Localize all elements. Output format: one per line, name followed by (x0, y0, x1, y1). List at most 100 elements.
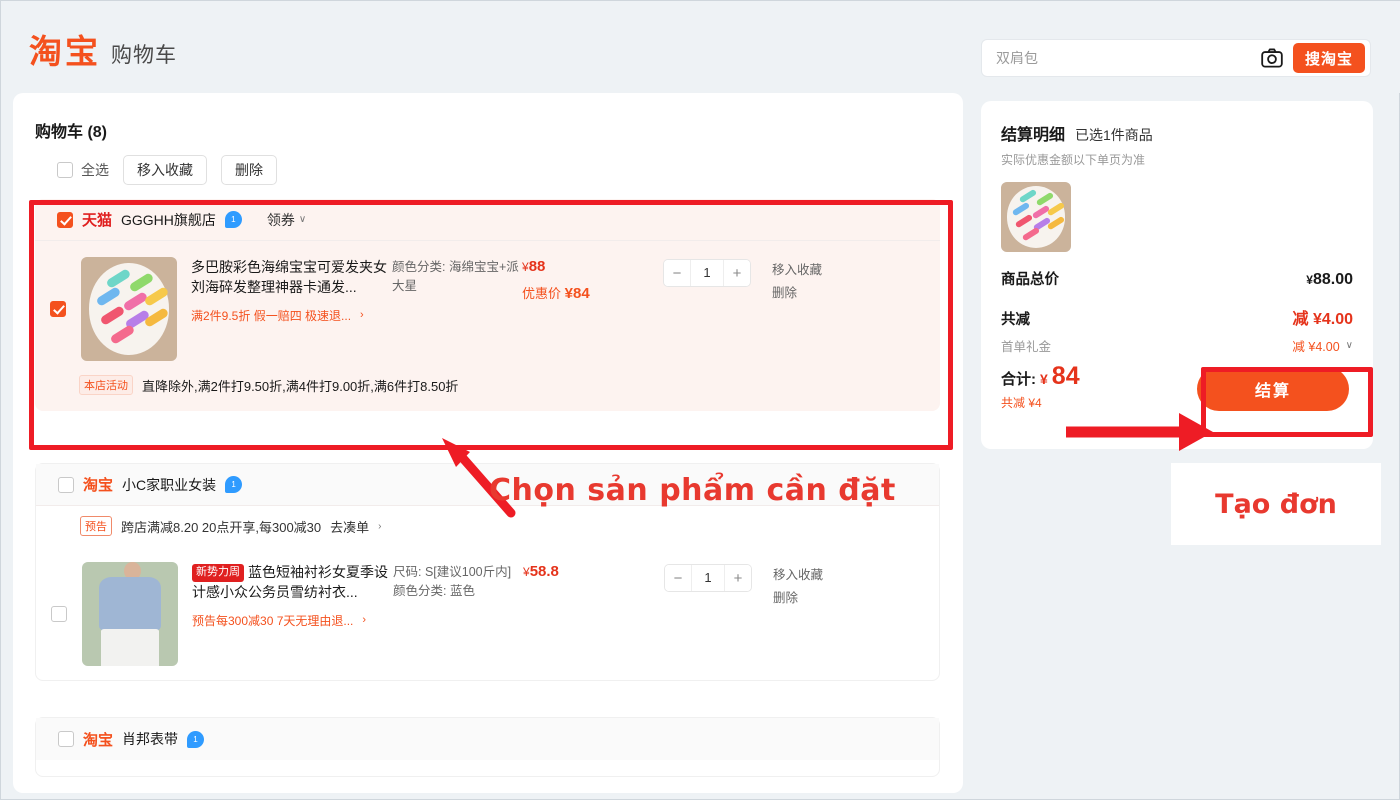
currency-symbol: ¥ (523, 565, 530, 579)
search-button[interactable]: 搜淘宝 (1293, 43, 1365, 73)
quantity-cell: − 1 + (643, 562, 773, 592)
quantity-value[interactable]: 1 (690, 260, 724, 286)
cart-item: 多巴胺彩色海绵宝宝可爱发夹女刘海碎发整理神器卡通发... 满2件9.5折 假一赔… (35, 241, 940, 375)
camera-icon[interactable] (1257, 43, 1287, 73)
page-title: 购物车 (111, 44, 177, 67)
cart-toolbar: 全选 移入收藏 删除 (57, 155, 277, 185)
quantity-stepper: − 1 + (664, 564, 752, 592)
quantity-stepper: − 1 + (663, 259, 751, 287)
summary-total-price-row: 商品总价 ¥88.00 (1001, 268, 1353, 289)
item-actions: 移入收藏 删除 (772, 257, 862, 305)
chat-icon[interactable]: 1 (224, 211, 242, 228)
select-all-checkbox[interactable] (57, 162, 73, 178)
quantity-increase-button[interactable]: + (724, 260, 750, 286)
product-price: ¥58.8 (523, 563, 643, 580)
product-price-cell: ¥58.8 (523, 562, 643, 580)
item-delete[interactable]: 删除 (773, 587, 863, 610)
product-color: 颜色分类: 蓝色 (393, 584, 475, 599)
item-delete[interactable]: 删除 (772, 282, 862, 305)
chevron-right-icon: › (360, 309, 364, 322)
checkout-summary-panel: 结算明细 已选1件商品 实际优惠金额以下单页为准 商品总价 ¥88.00 共减 … (981, 101, 1373, 449)
quantity-value[interactable]: 1 (691, 565, 725, 591)
taobao-logo-text: 淘宝 (29, 32, 101, 71)
cross-store-promotion: 预告 跨店满减8.20 20点开享,每300减30 去凑单 › (36, 506, 939, 546)
chevron-right-icon: › (362, 614, 367, 627)
search-input[interactable] (982, 50, 1257, 66)
page-header: 淘宝 购物车 搜淘宝 (1, 1, 1400, 93)
store-name[interactable]: GGGHH旗舰店 (121, 210, 216, 230)
coupon-link[interactable]: 领券 ∨ (267, 210, 306, 230)
product-title[interactable]: 新势力周 蓝色短袖衬衫女夏季设计感小众公务员雪纺衬衣... (192, 562, 393, 603)
final-total-label: 合计: (1001, 371, 1036, 388)
platform-badge-tmall: 天猫 (82, 212, 113, 229)
coupon-label: 领券 (266, 211, 295, 228)
annotation-text-create-order: Tạo đơn (1171, 463, 1381, 545)
summary-note: 实际优惠金额以下单页为准 (1001, 153, 1146, 167)
chat-icon[interactable]: 1 (187, 730, 205, 748)
store-name[interactable]: 肖邦表带 (122, 729, 178, 749)
item-move-to-favorites[interactable]: 移入收藏 (772, 259, 862, 282)
cart-panel: 购物车 (8) 全选 移入收藏 删除 天猫 GGGHH旗舰店 1 领券 ∨ 多巴… (13, 93, 963, 793)
checkout-button[interactable]: 结算 (1197, 367, 1349, 411)
store-group-taobao-watchband: 淘宝 肖邦表带 1 (35, 717, 940, 777)
site-logo[interactable]: 淘宝 购物车 (29, 35, 177, 68)
shop-promo-text: 直降除外,满2件打9.50折,满4件打9.00折,满6件打8.50折 (142, 378, 459, 394)
first-order-amount: 减 ¥4.00 (1292, 340, 1340, 354)
platform-badge-taobao: 淘宝 (83, 731, 114, 749)
item-actions: 移入收藏 删除 (773, 562, 863, 610)
summary-product-thumbnail (1001, 182, 1071, 252)
summary-first-order-row[interactable]: 首单礼金 减 ¥4.00 ∨ (1001, 336, 1353, 355)
summary-selected-count: 已选1件商品 (1075, 127, 1153, 143)
select-all-label: 全选 (81, 162, 109, 178)
chat-icon[interactable]: 1 (225, 476, 243, 493)
product-title[interactable]: 多巴胺彩色海绵宝宝可爱发夹女刘海碎发整理神器卡通发... (191, 257, 392, 298)
summary-total-price-value: ¥88.00 (1306, 271, 1353, 289)
product-sku[interactable]: 尺码: S[建议100斤内] 颜色分类: 蓝色 (393, 562, 523, 602)
product-tags[interactable]: 满2件9.5折 假一赔四 极速退... › (191, 307, 392, 324)
store-checkbox[interactable] (58, 731, 74, 747)
delete-button[interactable]: 删除 (221, 155, 277, 185)
store-checkbox[interactable] (57, 211, 73, 228)
product-thumbnail[interactable] (82, 562, 178, 666)
product-promo-price: 优惠价 ¥84 (522, 283, 642, 302)
product-thumbnail[interactable] (81, 257, 177, 361)
product-badge: 新势力周 (192, 564, 244, 582)
product-price-cell: ¥88 优惠价 ¥84 (522, 257, 642, 302)
annotation-text-select-product: Chọn sản phẩm cần đặt (489, 473, 896, 508)
quantity-increase-button[interactable]: + (725, 565, 751, 591)
chevron-down-icon: ∨ (298, 214, 307, 225)
shop-promotion-row: 本店活动 直降除外,满2件打9.50折,满4件打9.00折,满6件打8.50折 (35, 375, 940, 411)
quantity-decrease-button[interactable]: − (664, 260, 690, 286)
final-total-discount-note: 共减 ¥4 (1001, 396, 1042, 410)
move-to-favorites-button[interactable]: 移入收藏 (123, 155, 207, 185)
product-price: ¥88 (522, 258, 642, 275)
quantity-decrease-button[interactable]: − (665, 565, 691, 591)
chevron-right-icon: › (378, 520, 382, 532)
store-group-tmall: 天猫 GGGHH旗舰店 1 领券 ∨ 多巴胺彩色海绵宝宝可爱发夹女刘海碎发整理神… (35, 199, 940, 411)
shop-promo-badge: 本店活动 (79, 375, 133, 395)
total-price-number: 88.00 (1312, 271, 1353, 288)
promo-text: 跨店满减8.20 20点开享,每300减30 (121, 519, 322, 535)
item-checkbox-cell (36, 562, 82, 622)
currency-symbol: ¥ (1306, 273, 1313, 287)
store-header: 天猫 GGGHH旗舰店 1 领券 ∨ (35, 199, 940, 241)
summary-title: 结算明细 (1001, 127, 1066, 144)
summary-discount-row: 共减 减 ¥4.00 (1001, 305, 1353, 329)
promo-action-link[interactable]: 去凑单 (330, 517, 369, 536)
item-checkbox[interactable] (50, 301, 66, 317)
store-name[interactable]: 小C家职业女装 (122, 475, 216, 495)
product-tags[interactable]: 预告每300减30 7天无理由退... › (192, 612, 393, 629)
store-checkbox[interactable] (58, 476, 74, 493)
item-move-to-favorites[interactable]: 移入收藏 (773, 564, 863, 587)
summary-first-order-label: 首单礼金 (1001, 340, 1052, 354)
product-tags-text: 满2件9.5折 假一赔四 极速退... (191, 308, 352, 323)
product-info: 多巴胺彩色海绵宝宝可爱发夹女刘海碎发整理神器卡通发... 满2件9.5折 假一赔… (177, 257, 392, 324)
product-sku[interactable]: 颜色分类: 海绵宝宝+派大星 (392, 257, 522, 297)
item-checkbox[interactable] (51, 606, 67, 622)
chevron-down-icon[interactable]: ∨ (1346, 340, 1353, 351)
item-checkbox-cell (35, 257, 81, 317)
promo-price-label: 优惠价 (522, 286, 562, 301)
price-number: 88 (528, 258, 546, 275)
product-info: 新势力周 蓝色短袖衬衫女夏季设计感小众公务员雪纺衬衣... 预告每300减30 7… (178, 562, 393, 629)
quantity-cell: − 1 + (642, 257, 772, 287)
